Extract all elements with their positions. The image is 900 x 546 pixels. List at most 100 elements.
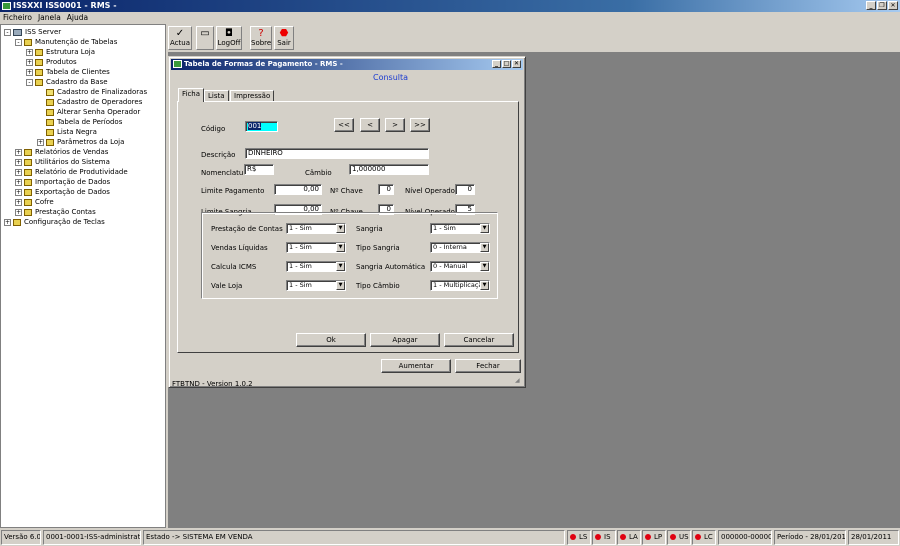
option-select[interactable]: 0 - Interna ▼ — [430, 242, 490, 253]
status-version: Versão 6.0 — [1, 530, 41, 545]
tree-item[interactable]: + Importação de Dados — [15, 177, 110, 187]
next-record-button[interactable]: > — [385, 118, 405, 132]
tree-item[interactable]: Cadastro de Operadores — [37, 97, 142, 107]
dropdown-arrow-icon[interactable]: ▼ — [480, 281, 489, 290]
descricao-input[interactable]: DINHEIRO — [245, 148, 429, 159]
tree-item[interactable]: + Exportação de Dados — [15, 187, 110, 197]
folder-icon — [24, 198, 32, 206]
app-title: ISSXXI ISS0001 - RMS - — [13, 1, 117, 10]
app-icon — [2, 2, 11, 10]
tree-item[interactable]: Tabela de Períodos — [37, 117, 122, 127]
expand-icon[interactable]: + — [4, 218, 11, 226]
restore-icon[interactable]: ❐ — [877, 1, 887, 10]
resize-grip-icon[interactable]: ◢ — [515, 377, 523, 385]
expand-icon[interactable]: + — [15, 158, 22, 166]
tab-ficha[interactable]: Ficha — [178, 88, 205, 102]
expand-icon[interactable]: + — [15, 178, 22, 186]
expand-icon[interactable]: + — [15, 208, 22, 216]
tree-item[interactable]: Alterar Senha Operador — [37, 107, 140, 117]
dialog-maximize-icon[interactable]: □ — [502, 60, 511, 68]
cambio-input[interactable]: 1,000000 — [349, 164, 429, 175]
expand-icon[interactable]: + — [26, 68, 33, 76]
actua-button[interactable]: ✓ Actua — [168, 26, 192, 50]
last-record-button[interactable]: >> — [410, 118, 430, 132]
aumentar-button[interactable]: Aumentar — [381, 359, 451, 373]
logoff-button[interactable]: ◘ LogOff — [216, 26, 242, 50]
tree-item[interactable]: + Cofre — [15, 197, 54, 207]
option-select[interactable]: 1 - Sim ▼ — [430, 223, 490, 234]
tree-item[interactable]: - ISS Server — [4, 27, 61, 37]
menu-ficheiro[interactable]: Ficheiro — [3, 12, 32, 24]
expand-icon[interactable]: + — [26, 58, 33, 66]
stop-icon: ⬣ — [279, 28, 289, 39]
tree-item-label: Exportação de Dados — [35, 188, 110, 196]
tree-item[interactable]: + Relatório de Produtividade — [15, 167, 128, 177]
menu-janela[interactable]: Janela — [38, 12, 61, 24]
option-select[interactable]: 1 - Sim ▼ — [286, 280, 346, 291]
dialog-titlebar[interactable]: Tabela de Formas de Pagamento - RMS - _ … — [171, 59, 523, 70]
apagar-button[interactable]: Apagar — [370, 333, 440, 347]
dialog-minimize-icon[interactable]: _ — [492, 60, 501, 68]
option-select[interactable]: 1 - Sim ▼ — [286, 223, 346, 234]
sobre-button[interactable]: ? Sobre — [250, 26, 272, 50]
option-select[interactable]: 1 - Sim ▼ — [286, 242, 346, 253]
dropdown-arrow-icon[interactable]: ▼ — [336, 224, 345, 233]
tree-item[interactable]: + Prestação Contas — [15, 207, 96, 217]
tree-item[interactable]: + Parâmetros da Loja — [37, 137, 124, 147]
dialog-close-icon[interactable]: ✕ — [512, 60, 521, 68]
tree-item[interactable]: - Cadastro da Base — [26, 77, 108, 87]
option-select[interactable]: 1 - Sim ▼ — [286, 261, 346, 272]
status-periodo: Período - 28/01/2011 — [774, 530, 846, 545]
door-icon: ◘ — [225, 28, 233, 39]
dropdown-arrow-icon[interactable]: ▼ — [336, 243, 345, 252]
expand-icon[interactable]: + — [37, 138, 44, 146]
tree-item[interactable]: Cadastro de Finalizadoras — [37, 87, 147, 97]
collapse-icon[interactable]: - — [4, 28, 11, 36]
tree-item[interactable]: + Estrutura Loja — [26, 47, 95, 57]
limite-pagamento-input[interactable]: 0,00 — [274, 184, 322, 195]
tree-item-label: Parâmetros da Loja — [57, 138, 125, 146]
codigo-input[interactable]: 001 — [245, 121, 278, 132]
tree-item[interactable]: + Tabela de Clientes — [26, 67, 110, 77]
first-record-button[interactable]: << — [334, 118, 354, 132]
tree-item[interactable]: + Utilitários do Sistema — [15, 157, 110, 167]
edit-button[interactable]: ▭ — [196, 26, 214, 50]
folder-icon — [24, 178, 32, 186]
menu-bar: Ficheiro Janela Ajuda — [0, 12, 900, 24]
status-indicator-label: LS — [579, 533, 588, 541]
menu-ajuda[interactable]: Ajuda — [67, 12, 88, 24]
tree-item[interactable]: - Manutenção de Tabelas — [15, 37, 117, 47]
nomenclatura-input[interactable]: R$ — [244, 164, 274, 175]
dropdown-arrow-icon[interactable]: ▼ — [336, 281, 345, 290]
collapse-icon[interactable]: - — [26, 78, 33, 86]
option-select[interactable]: 0 - Manual ▼ — [430, 261, 490, 272]
folder-icon — [24, 148, 32, 156]
dropdown-arrow-icon[interactable]: ▼ — [480, 262, 489, 271]
tree-item[interactable]: + Configuração de Teclas — [4, 217, 105, 227]
dropdown-arrow-icon[interactable]: ▼ — [336, 262, 345, 271]
dropdown-arrow-icon[interactable]: ▼ — [480, 243, 489, 252]
fechar-button[interactable]: Fechar — [455, 359, 521, 373]
navigation-tree[interactable]: - ISS Server - Manutenção de Tabelas + Estrut… — [0, 24, 166, 528]
previous-record-button[interactable]: < — [360, 118, 380, 132]
expand-icon[interactable]: + — [15, 188, 22, 196]
close-icon[interactable]: ✕ — [888, 1, 898, 10]
dropdown-arrow-icon[interactable]: ▼ — [480, 224, 489, 233]
expand-icon[interactable]: + — [15, 148, 22, 156]
ok-button[interactable]: Ok — [296, 333, 366, 347]
option-select[interactable]: 1 - Multiplicação ▼ — [430, 280, 490, 291]
cancelar-button[interactable]: Cancelar — [444, 333, 514, 347]
expand-icon[interactable]: + — [15, 168, 22, 176]
tree-item[interactable]: + Relatórios de Vendas — [15, 147, 108, 157]
tree-item-label: Relatórios de Vendas — [35, 148, 109, 156]
expand-icon[interactable]: + — [15, 198, 22, 206]
tree-item[interactable]: Lista Negra — [37, 127, 97, 137]
minimize-icon[interactable]: _ — [866, 1, 876, 10]
sair-button[interactable]: ⬣ Sair — [274, 26, 294, 50]
tree-item[interactable]: + Produtos — [26, 57, 77, 67]
collapse-icon[interactable]: - — [15, 38, 22, 46]
folder-icon — [46, 98, 54, 106]
nivel-operador-1-input[interactable]: 0 — [455, 184, 475, 195]
nchave-1-input[interactable]: 0 — [378, 184, 394, 195]
expand-icon[interactable]: + — [26, 48, 33, 56]
